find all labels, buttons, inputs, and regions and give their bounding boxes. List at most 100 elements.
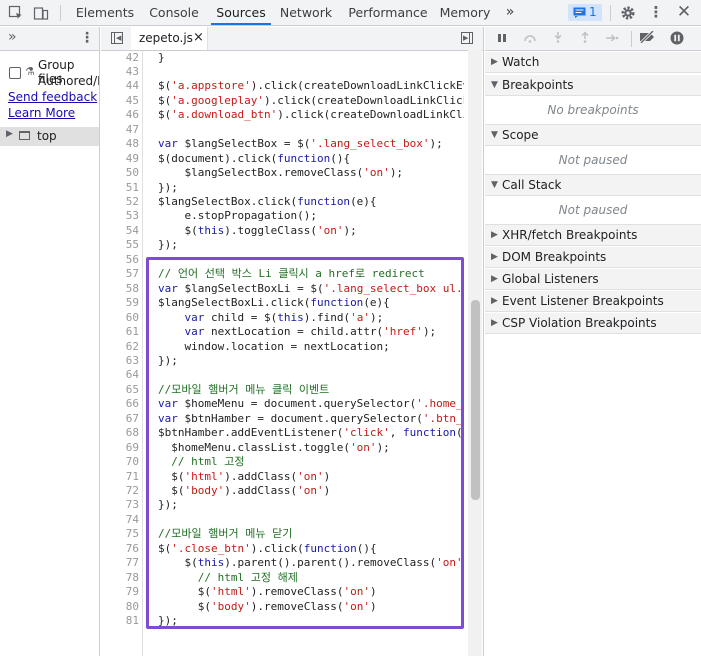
line-number[interactable]: 67 [103,412,139,426]
close-icon[interactable]: ✕ [674,0,694,25]
code-token: $langSelectBox.click( [158,195,298,208]
code-line[interactable]: $('a.googleplay').click(createDownloadLi… [158,94,464,108]
line-number[interactable]: 46 [103,108,139,122]
line-number[interactable]: 78 [103,571,139,585]
deactivate-breakpoints-icon[interactable] [639,29,657,47]
step-out-icon[interactable] [576,31,594,47]
line-number[interactable]: 74 [103,513,139,527]
line-number[interactable]: 57 [103,267,139,281]
line-number[interactable]: 64 [103,368,139,382]
code-line[interactable]: $('a.appstore').click(createDownloadLink… [158,79,464,93]
kebab-menu-icon[interactable]: ⋮ [80,30,94,46]
group-files-checkbox[interactable] [9,67,21,79]
code-token: $langSelectBox.removeClass( [158,166,364,180]
editor-scrollbar-thumb[interactable] [471,300,480,500]
line-number[interactable]: 52 [103,195,139,209]
line-number[interactable]: 54 [103,224,139,238]
dom-breakpoints-section-header[interactable]: ▶ DOM Breakpoints [485,247,701,268]
code-line[interactable]: $(document).click(function(){ [158,152,464,166]
annotation-highlight-box [146,257,464,629]
more-navigator-tabs-icon[interactable]: » [8,29,17,45]
code-token: 'on' [316,223,344,237]
line-number[interactable]: 42 [103,51,139,65]
line-number[interactable]: 53 [103,209,139,223]
tree-item-top[interactable]: ▶ top [0,127,99,146]
code-token: ); [389,166,404,180]
step-into-icon[interactable] [549,31,567,47]
step-icon[interactable] [603,31,621,47]
line-number[interactable]: 75 [103,527,139,541]
line-number[interactable]: 77 [103,556,139,570]
more-tabs-icon[interactable]: » [500,0,520,25]
code-line[interactable]: } [158,51,464,65]
line-number[interactable]: 44 [103,79,139,93]
callstack-section-header[interactable]: ▼ Call Stack [485,175,701,196]
line-number[interactable]: 70 [103,455,139,469]
line-number[interactable]: 43 [103,65,139,79]
line-number[interactable]: 58 [103,282,139,296]
code-line[interactable]: var $langSelectBox = $('.lang_select_box… [158,137,464,151]
code-line[interactable] [158,123,464,137]
messages-count: 1 [589,5,597,19]
line-number[interactable]: 51 [103,181,139,195]
code-line[interactable]: }); [158,238,464,252]
csp-violation-breakpoints-section-header[interactable]: ▶ CSP Violation Breakpoints [485,313,701,334]
toolbar-divider [631,31,632,47]
line-number[interactable]: 55 [103,238,139,252]
line-number[interactable]: 56 [103,253,139,267]
line-number[interactable]: 61 [103,325,139,339]
code-line[interactable]: e.stopPropagation(); [158,209,464,223]
expand-arrow-icon[interactable]: ▶ [6,129,13,139]
no-breakpoints-text: No breakpoints [485,96,701,125]
line-number[interactable]: 79 [103,585,139,599]
global-listeners-section-header[interactable]: ▶ Global Listeners [485,269,701,290]
kebab-menu-icon[interactable]: ⋮ [647,0,665,25]
scope-section-header[interactable]: ▼ Scope [485,125,701,146]
line-number[interactable]: 65 [103,383,139,397]
line-number[interactable]: 81 [103,614,139,628]
code-line[interactable]: }); [158,181,464,195]
inspect-element-icon[interactable] [6,0,26,25]
line-number[interactable]: 66 [103,397,139,411]
line-number[interactable]: 63 [103,354,139,368]
breakpoints-section-header[interactable]: ▼ Breakpoints [485,75,701,96]
collapsed-arrow-icon: ▶ [491,252,498,262]
line-number[interactable]: 80 [103,600,139,614]
pause-icon[interactable] [493,31,511,47]
messages-badge[interactable]: 1 [568,4,602,21]
device-toolbar-icon[interactable] [31,0,51,25]
line-number[interactable]: 45 [103,94,139,108]
line-number[interactable]: 59 [103,296,139,310]
pause-on-exceptions-icon[interactable] [668,31,686,47]
step-over-icon[interactable] [521,31,539,47]
send-feedback-link[interactable]: Send feedback [8,90,97,104]
xhr-breakpoints-section-header[interactable]: ▶ XHR/fetch Breakpoints [485,225,701,246]
code-line[interactable]: $langSelectBox.click(function(e){ [158,195,464,209]
debugger-sidebar: ▶ Watch ▼ Breakpoints No breakpoints ▼ Scop… [485,27,701,656]
code-token: }); [158,238,178,252]
line-number[interactable]: 76 [103,542,139,556]
event-listener-breakpoints-section-header[interactable]: ▶ Event Listener Breakpoints [485,291,701,312]
code-line[interactable]: $(this).toggleClass('on'); [158,224,464,238]
line-number[interactable]: 47 [103,123,139,137]
line-number[interactable]: 73 [103,498,139,512]
watch-label: Watch [502,55,540,69]
learn-more-link[interactable]: Learn More [8,106,75,120]
gear-icon[interactable] [618,0,638,25]
line-number[interactable]: 71 [103,470,139,484]
line-number[interactable]: 49 [103,152,139,166]
line-number[interactable]: 60 [103,311,139,325]
code-line[interactable]: $('a.download_btn').click(createDownload… [158,108,464,122]
code-token: 'a.appstore' [171,79,251,93]
line-number[interactable]: 72 [103,484,139,498]
message-icon [573,7,586,18]
code-line[interactable] [158,65,464,79]
line-number[interactable]: 48 [103,137,139,151]
line-number[interactable]: 50 [103,166,139,180]
watch-section-header[interactable]: ▶ Watch [485,52,701,73]
code-line[interactable]: $langSelectBox.removeClass('on'); [158,166,464,180]
line-number[interactable]: 69 [103,441,139,455]
line-number[interactable]: 68 [103,426,139,440]
xhr-breakpoints-label: XHR/fetch Breakpoints [502,228,638,242]
line-number[interactable]: 62 [103,340,139,354]
